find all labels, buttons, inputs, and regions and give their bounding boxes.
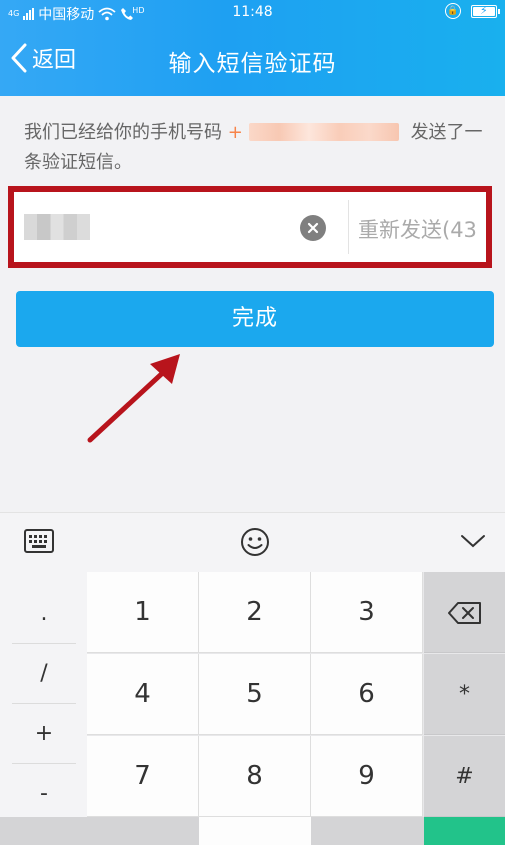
battery-icon: ⚡ (471, 4, 500, 18)
key-bottom-left[interactable] (0, 817, 87, 845)
digit-key[interactable]: 6 (311, 654, 423, 735)
symbol-column: . / + - (0, 572, 87, 845)
hash-key[interactable]: # (424, 736, 505, 817)
digit-key[interactable]: 8 (199, 736, 311, 817)
chevron-down-icon[interactable] (460, 533, 486, 553)
emoji-icon[interactable] (240, 527, 270, 561)
phone-number: + (228, 122, 405, 143)
keyboard-switch-icon[interactable] (24, 529, 54, 557)
digit-key[interactable]: 4 (87, 654, 199, 735)
close-icon (307, 222, 319, 234)
numeric-keyboard: . / + - 1 2 3 4 5 6 7 8 9 * # (0, 572, 505, 845)
verification-code-input[interactable] (24, 214, 90, 240)
status-right: 🔒 ⚡ (445, 3, 500, 19)
sms-sent-notice: 我们已经给你的手机号码 + 发送了一条验证短信。 (24, 118, 484, 178)
keyboard-toolbar (0, 512, 505, 572)
notice-prefix: 我们已经给你的手机号码 (24, 122, 222, 143)
key-bottom-2[interactable] (199, 817, 311, 845)
symbol-key[interactable]: / (12, 644, 76, 704)
digit-key[interactable]: 5 (199, 654, 311, 735)
symbol-key[interactable]: + (12, 704, 76, 764)
backspace-key[interactable] (424, 572, 505, 653)
clock: 11:48 (232, 4, 273, 20)
digit-key[interactable]: 9 (311, 736, 423, 817)
clear-input-button[interactable] (300, 215, 326, 241)
resend-code-button[interactable]: 重新发送(43 (358, 214, 494, 244)
digit-key[interactable]: 1 (87, 572, 199, 653)
header: 4G 中国移动 HD 11:48 🔒 ⚡ 返回 输入短信验证码 (0, 0, 505, 96)
key-bottom-1[interactable] (87, 817, 199, 845)
sms-verification-screen: 4G 中国移动 HD 11:48 🔒 ⚡ 返回 输入短信验证码 我们已经给你的手… (0, 0, 505, 845)
phone-number-redacted (248, 123, 399, 141)
key-bottom-3[interactable] (311, 817, 424, 845)
asterisk-key[interactable]: * (424, 654, 505, 735)
page-title: 输入短信验证码 (168, 51, 337, 77)
rotation-lock-icon: 🔒 (445, 3, 461, 19)
done-button[interactable]: 完成 (16, 291, 494, 347)
status-bar: 4G 中国移动 HD 11:48 🔒 ⚡ (0, 0, 505, 26)
symbol-key[interactable]: . (12, 584, 76, 644)
enter-key[interactable] (424, 817, 505, 845)
keyboard-bottom-row (0, 817, 505, 845)
symbol-key[interactable]: - (12, 764, 76, 824)
backspace-icon (447, 602, 481, 624)
divider (348, 200, 349, 254)
annotation-arrow (87, 354, 180, 443)
digit-key[interactable]: 7 (87, 736, 199, 817)
digit-key[interactable]: 2 (199, 572, 311, 653)
verification-code-row: 重新发送(43 (8, 186, 492, 268)
digit-key[interactable]: 3 (311, 572, 423, 653)
